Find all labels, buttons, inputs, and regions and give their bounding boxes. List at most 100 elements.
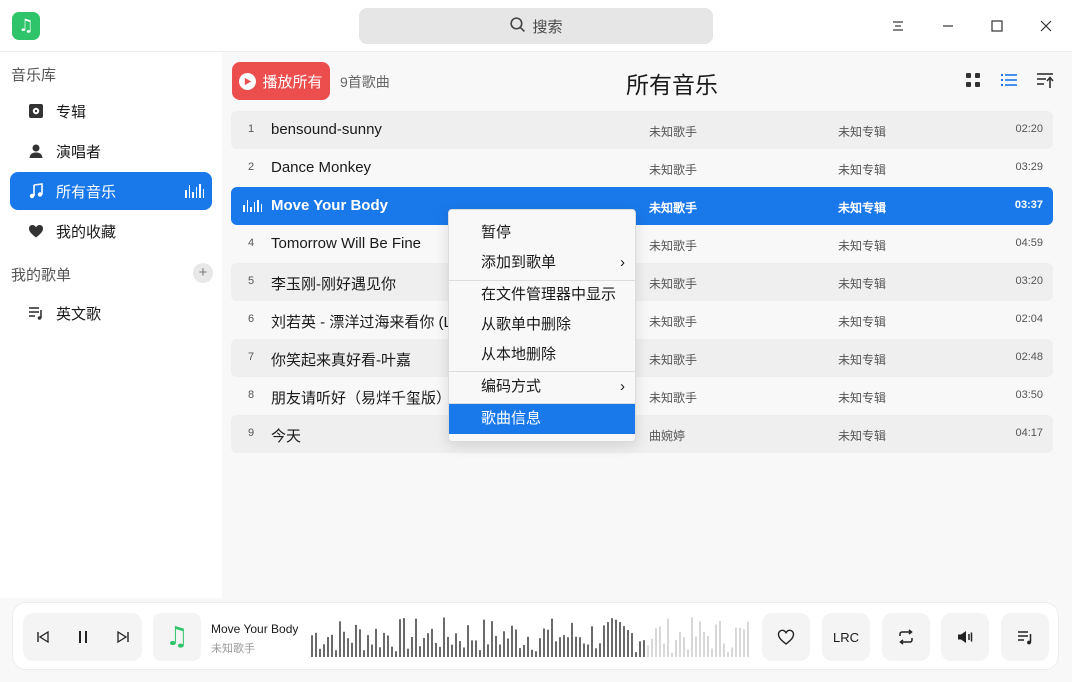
track-number: 8 [247,389,255,401]
table-row[interactable]: 4 Tomorrow Will Be Fine 未知歌手 未知专辑 04:59 [231,225,1053,263]
minimize-button[interactable] [934,12,962,40]
table-row[interactable]: 2 Dance Monkey 未知歌手 未知专辑 03:29 [231,149,1053,187]
track-number: 4 [247,237,255,249]
track-album: 未知专辑 [838,391,887,405]
favorite-button[interactable] [762,613,810,661]
album-cover[interactable]: ♫ [153,613,201,661]
player-bar: ♫ Move Your Body 未知歌手 LRC [12,602,1059,670]
track-album: 未知专辑 [838,315,887,329]
menu-item-remove-from-playlist[interactable]: 从歌单中删除 [449,310,635,340]
menu-item-pause[interactable]: 暂停 [449,218,635,248]
close-button[interactable] [1032,12,1060,40]
track-album: 未知专辑 [838,353,887,367]
sidebar-item-playlist-english[interactable]: 英文歌 [10,294,212,332]
sidebar-item-label: 英文歌 [56,305,102,323]
track-album: 未知专辑 [838,429,887,443]
context-menu: 暂停 添加到歌单 › 在文件管理器中显示 从歌单中删除 从本地删除 编码方式 › 歌… [448,209,636,442]
waveform-progress[interactable] [310,615,750,659]
album-icon [28,103,44,119]
add-playlist-button[interactable]: + [193,263,213,283]
menu-item-label: 编码方式 [481,378,542,395]
menu-button[interactable] [884,12,912,40]
list-view-button[interactable] [997,68,1021,92]
table-row[interactable]: 1 bensound-sunny 未知歌手 未知专辑 02:20 [231,111,1053,149]
table-row[interactable]: 7 你笑起来真好看-叶嘉 未知歌手 未知专辑 02:48 [231,339,1053,377]
track-number: 7 [247,351,255,363]
track-number: 6 [247,313,255,325]
track-title: 朋友请听好（易烊千玺版） [271,390,451,407]
table-row[interactable]: 8 朋友请听好（易烊千玺版） 未知歌手 未知专辑 03:50 [231,377,1053,415]
track-duration: 03:20 [1015,275,1043,287]
previous-button[interactable] [33,627,53,647]
menu-item-show-in-file-manager[interactable]: 在文件管理器中显示 [449,280,635,310]
track-title: bensound-sunny [271,121,382,138]
menu-item-label: 从歌单中删除 [481,316,572,333]
table-row[interactable]: 6 刘若英 - 漂洋过海来看你 (Live) 未知歌手 未知专辑 02:04 [231,301,1053,339]
track-number: 1 [247,123,255,135]
track-duration: 03:50 [1015,389,1043,401]
menu-item-delete-local[interactable]: 从本地删除 [449,340,635,370]
sidebar-item-albums[interactable]: 专辑 [10,92,212,130]
track-artist: 未知歌手 [649,125,698,139]
menu-item-song-info[interactable]: 歌曲信息 [449,404,635,434]
menu-item-encoding[interactable]: 编码方式 › [449,372,635,402]
sort-button[interactable] [1033,68,1057,92]
menu-item-add-to-playlist[interactable]: 添加到歌单 › [449,248,635,278]
lyrics-label: LRC [832,629,859,645]
playlist-button[interactable] [1001,613,1049,661]
track-title: 你笑起来真好看-叶嘉 [271,352,411,369]
pause-button[interactable] [73,627,93,647]
library-header: 音乐库 [11,67,57,84]
playback-controls [23,613,142,661]
playlist-icon [28,305,44,321]
repeat-icon [899,629,913,645]
track-duration: 02:48 [1015,351,1043,363]
track-title: Dance Monkey [271,159,372,176]
play-all-label: 播放所有 [262,73,323,91]
song-count: 9首歌曲 [340,74,390,90]
track-artist: 未知歌手 [649,315,698,329]
track-duration: 04:59 [1015,237,1043,249]
song-table: 1 bensound-sunny 未知歌手 未知专辑 02:20 2 Dance… [231,111,1053,453]
sidebar-item-all-music[interactable]: 所有音乐 [10,172,212,210]
heart-outline-icon [777,629,795,645]
equalizer-icon [185,184,204,198]
track-artist: 未知歌手 [649,163,698,177]
table-row[interactable]: 5 李玉刚-刚好遇见你 未知歌手 未知专辑 03:20 [231,263,1053,301]
pause-icon [79,631,87,643]
track-title: 今天 [271,428,302,445]
table-row[interactable]: 9 今天 曲婉婷 未知专辑 04:17 [231,415,1053,453]
play-all-button[interactable]: 播放所有 [232,62,330,100]
search-box[interactable]: 搜索 [359,8,713,44]
volume-button[interactable] [941,613,989,661]
sidebar-item-singers[interactable]: 演唱者 [10,132,212,170]
sidebar-item-label: 我的收藏 [56,223,117,241]
track-album: 未知专辑 [838,163,887,177]
volume-icon [958,631,973,643]
track-duration: 02:04 [1015,313,1043,325]
music-note-icon: ♫ [165,622,189,652]
menu-item-label: 从本地删除 [481,346,557,363]
lyrics-button[interactable]: LRC [822,613,870,661]
next-button[interactable] [113,627,133,647]
next-icon [117,630,129,644]
chevron-right-icon: › [620,254,625,271]
table-row-playing[interactable]: Move Your Body 未知歌手 未知专辑 03:37 [231,187,1053,225]
equalizer-icon [243,200,262,212]
sidebar-item-favorites[interactable]: 我的收藏 [10,212,212,250]
chevron-right-icon: › [620,378,625,395]
previous-icon [37,630,49,644]
track-duration: 02:20 [1015,123,1043,135]
repeat-button[interactable] [882,613,930,661]
grid-view-button[interactable] [961,68,985,92]
sidebar-item-label: 演唱者 [56,143,102,161]
track-artist: 未知歌手 [649,277,698,291]
now-playing-title: Move Your Body [211,622,299,636]
track-artist: 未知歌手 [649,201,698,215]
maximize-button[interactable] [983,12,1011,40]
track-album: 未知专辑 [838,239,887,253]
menu-item-label: 在文件管理器中显示 [481,286,617,303]
track-title: Tomorrow Will Be Fine [271,235,422,252]
menu-icon [893,21,903,31]
track-album: 未知专辑 [838,277,887,291]
